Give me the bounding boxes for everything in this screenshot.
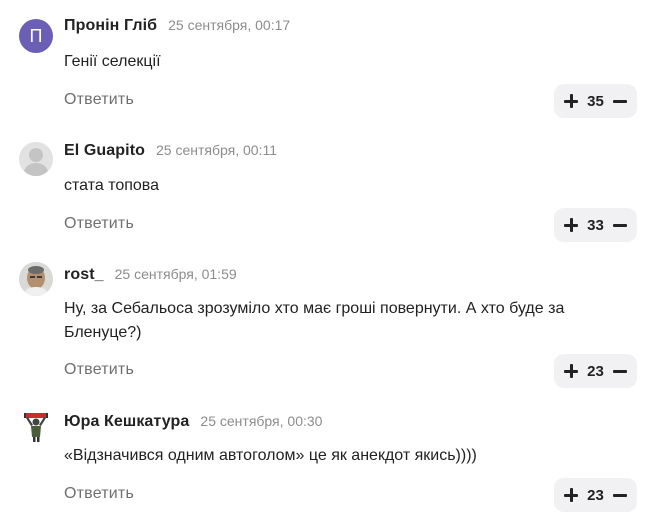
plus-icon[interactable] — [563, 487, 579, 503]
vote-count: 35 — [587, 92, 604, 110]
comment-header: rost_ 25 сентября, 01:59 — [64, 266, 237, 284]
comment-author[interactable]: rost_ — [64, 266, 104, 284]
comment-date: 25 сентября, 01:59 — [114, 266, 237, 282]
avatar[interactable] — [19, 262, 53, 296]
minus-icon[interactable] — [612, 93, 628, 109]
vote-count: 33 — [587, 216, 604, 234]
minus-icon[interactable] — [612, 217, 628, 233]
reply-button[interactable]: Ответить — [64, 91, 134, 109]
fan-scarf-icon — [19, 409, 53, 443]
vote-control: 23 — [554, 354, 637, 388]
minus-icon[interactable] — [612, 487, 628, 503]
comment-header: Пронін Гліб 25 сентября, 00:17 — [64, 17, 290, 35]
avatar-letter: П — [29, 25, 43, 46]
avatar[interactable] — [19, 409, 53, 443]
reply-button[interactable]: Ответить — [64, 361, 134, 379]
comment-date: 25 сентября, 00:11 — [156, 142, 277, 158]
vote-control: 35 — [554, 84, 637, 118]
comment-text: стата топова — [64, 177, 160, 194]
vote-control: 23 — [554, 478, 637, 512]
user-photo-icon — [19, 262, 53, 296]
vote-count: 23 — [587, 486, 604, 504]
vote-control: 33 — [554, 208, 637, 242]
comment-header: El Guapito 25 сентября, 00:11 — [64, 142, 277, 160]
plus-icon[interactable] — [563, 363, 579, 379]
avatar[interactable]: П — [19, 19, 53, 53]
avatar[interactable] — [19, 142, 53, 176]
comment-date: 25 сентября, 00:30 — [200, 413, 323, 429]
comment-text: «Відзначився одним автоголом» це як анек… — [64, 447, 477, 464]
vote-count: 23 — [587, 362, 604, 380]
default-user-icon — [19, 142, 53, 176]
comment-text: Генії селекції — [64, 53, 161, 70]
comment-author[interactable]: El Guapito — [64, 142, 145, 160]
comment-author[interactable]: Юра Кешкатура — [64, 413, 189, 431]
comment-text: Ну, за Себальоса зрозуміло хто має гроші… — [64, 300, 565, 341]
comment-date: 25 сентября, 00:17 — [168, 17, 291, 33]
plus-icon[interactable] — [563, 93, 579, 109]
plus-icon[interactable] — [563, 217, 579, 233]
reply-button[interactable]: Ответить — [64, 215, 134, 233]
reply-button[interactable]: Ответить — [64, 485, 134, 503]
comment-header: Юра Кешкатура 25 сентября, 00:30 — [64, 413, 322, 431]
minus-icon[interactable] — [612, 363, 628, 379]
comment-author[interactable]: Пронін Гліб — [64, 17, 157, 35]
